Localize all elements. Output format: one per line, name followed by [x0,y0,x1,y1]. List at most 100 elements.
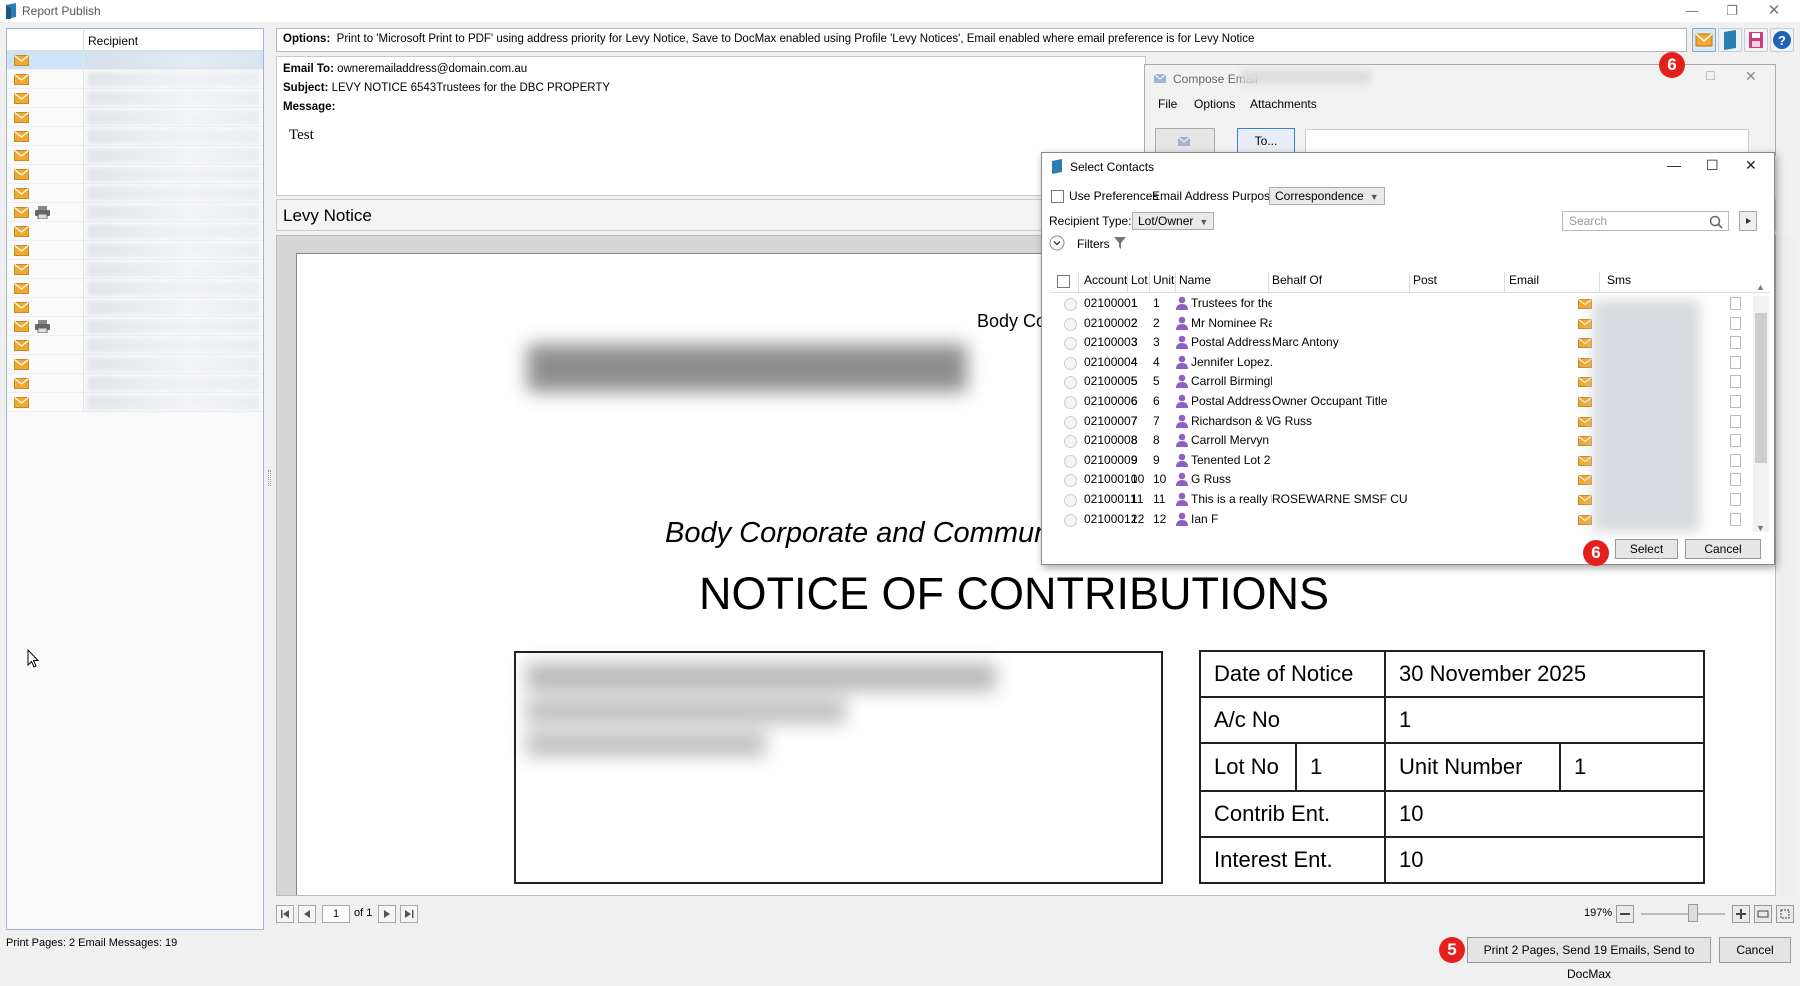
row-select-radio[interactable] [1064,454,1077,468]
recipient-row[interactable] [7,203,263,222]
recipient-row[interactable] [7,298,263,317]
compose-maximize-button[interactable]: ☐ [1705,69,1716,83]
recipient-row[interactable] [7,260,263,279]
row-select-radio[interactable] [1064,376,1077,390]
fit-width-button[interactable] [1754,905,1772,923]
col-header-email[interactable]: Email [1509,273,1539,287]
select-all-checkbox[interactable] [1057,275,1070,288]
expand-filters-icon[interactable] [1049,235,1065,251]
footer-cancel-button[interactable]: Cancel [1719,937,1791,963]
recipient-column-header[interactable]: Recipient [88,34,138,48]
recipient-row[interactable] [7,108,263,127]
row-select-radio[interactable] [1064,337,1077,351]
compose-menu-options[interactable]: Options [1194,97,1235,111]
search-icon [1709,215,1723,229]
cell-lot: 7 [1131,413,1138,428]
recipient-row[interactable] [7,89,263,108]
row-select-radio[interactable] [1064,513,1077,527]
row-select-radio[interactable] [1064,396,1077,409]
dialog-maximize-button[interactable]: ☐ [1706,157,1719,174]
email-message-body[interactable]: Test [289,127,314,144]
recipient-row[interactable] [7,184,263,203]
recipient-row[interactable] [7,355,263,374]
row-select-radio[interactable] [1064,356,1077,370]
dialog-minimize-button[interactable]: — [1667,157,1681,173]
recipient-row[interactable] [7,241,263,260]
row-select-radio[interactable] [1064,494,1077,507]
scroll-down-icon[interactable]: ▼ [1756,523,1765,533]
dialog-cancel-button[interactable]: Cancel [1685,539,1761,559]
use-preferences-checkbox[interactable] [1051,190,1064,203]
prev-page-button[interactable] [298,905,316,923]
scroll-up-icon[interactable]: ▲ [1756,282,1765,292]
send-button[interactable] [1155,128,1215,154]
sms-document-icon [1730,473,1741,487]
recipient-row[interactable] [7,165,263,184]
contacts-scrollbar-thumb[interactable] [1755,313,1767,463]
save-toolbar-button[interactable] [1744,28,1768,52]
envelope-icon [1578,514,1592,525]
search-go-button[interactable] [1739,211,1757,231]
recipient-row[interactable] [7,127,263,146]
minimize-button[interactable]: — [1672,0,1712,22]
to-field[interactable] [1305,129,1749,153]
recipient-row[interactable] [7,317,263,336]
docmax-toolbar-button[interactable] [1718,28,1742,52]
zoom-in-button[interactable] [1732,905,1750,923]
col-header-sms[interactable]: Sms [1607,273,1631,287]
row-select-radio[interactable] [1064,474,1077,488]
recipient-row[interactable] [7,51,263,70]
email-toolbar-button[interactable] [1692,28,1716,52]
select-button[interactable]: Select [1615,539,1678,559]
col-header-post[interactable]: Post [1413,273,1437,287]
recipient-list[interactable]: Recipient [6,28,264,930]
row-select-radio[interactable] [1064,415,1077,429]
to-button[interactable]: To... [1237,128,1295,154]
col-header-lot[interactable]: Lot [1131,273,1148,287]
purpose-dropdown[interactable]: Correspondence ▼ [1269,187,1385,205]
last-page-button[interactable] [400,905,418,923]
close-button[interactable]: ✕ [1754,0,1794,22]
recipient-row[interactable] [7,70,263,89]
recipient-row[interactable] [7,146,263,165]
recipient-row[interactable] [7,336,263,355]
zoom-out-button[interactable] [1616,905,1634,923]
envelope-icon [14,150,29,161]
publish-button[interactable]: Print 2 Pages, Send 19 Emails, Send to D… [1467,937,1711,981]
page-number-input[interactable]: 1 [322,905,350,923]
table-row: A/c No 1 [1199,696,1705,744]
col-header-unit[interactable]: Unit [1153,273,1174,287]
col-header-behalf-of[interactable]: Behalf Of [1272,273,1322,287]
select-contacts-dialog[interactable]: Select Contacts — ☐ ✕ Use Preferences Em… [1041,152,1775,565]
person-icon [1176,414,1188,428]
compose-close-button[interactable]: ✕ [1745,68,1757,85]
recipient-row[interactable] [7,393,263,412]
help-toolbar-button[interactable]: ? [1770,28,1794,52]
first-page-button[interactable] [276,905,294,923]
row-select-radio[interactable] [1064,317,1077,331]
zoom-slider-track[interactable] [1641,913,1725,915]
next-page-button[interactable] [378,905,396,923]
col-header-account[interactable]: Account [1084,273,1127,287]
splitter-handle[interactable] [268,470,271,486]
row-select-radio[interactable] [1064,298,1077,311]
dialog-close-button[interactable]: ✕ [1745,157,1757,174]
zoom-slider-thumb[interactable] [1688,904,1698,922]
recipient-row[interactable] [7,222,263,241]
search-input[interactable]: Search [1562,211,1729,231]
recipient-row[interactable] [7,374,263,393]
preview-scrollbar[interactable] [1778,235,1794,896]
envelope-icon [14,397,29,408]
recipient-row[interactable] [7,279,263,298]
row-select-radio[interactable] [1064,435,1077,449]
maximize-button[interactable]: ❐ [1712,0,1752,22]
cell-lot: 3 [1131,335,1138,350]
col-header-name[interactable]: Name [1179,273,1211,287]
account-number-value: 1 [1384,696,1705,744]
fit-page-button[interactable] [1776,905,1794,923]
compose-email-window[interactable]: Compose Email ☐ ✕ File Options Attachmen… [1144,64,1776,156]
compose-menu-file[interactable]: File [1158,97,1177,111]
filter-icon[interactable] [1113,236,1127,250]
recipient-type-dropdown[interactable]: Lot/Owner ▼ [1132,212,1215,230]
compose-menu-attachments[interactable]: Attachments [1250,97,1317,111]
